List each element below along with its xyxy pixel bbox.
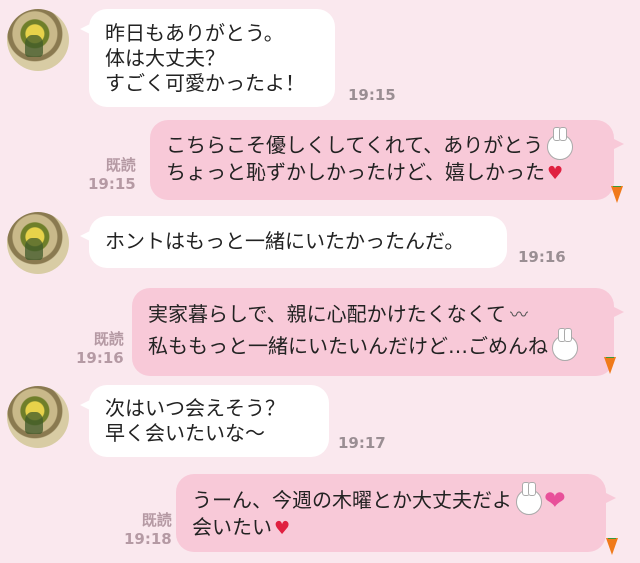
- message-text: 昨日もありがとう。: [105, 21, 284, 45]
- sweat-icon: 〰: [510, 305, 528, 326]
- message-text: うーん、今週の木曜とか大丈夫だよ ❤: [192, 481, 566, 516]
- heart-icon: ♥: [274, 517, 291, 539]
- read-receipt: 既読 19:16: [76, 330, 124, 367]
- carrot-icon: [611, 186, 623, 203]
- message-bubble-received[interactable]: 昨日もありがとう。 体は大丈夫？ すごく可愛かったよ！: [80, 9, 335, 107]
- heart-icon: ❤: [544, 486, 566, 516]
- avatar[interactable]: [7, 212, 69, 274]
- message-bubble-sent[interactable]: うーん、今週の木曜とか大丈夫だよ ❤ 会いたい ♥: [176, 474, 616, 552]
- message-text: こちらこそ優しくしてくれて、ありがとう: [166, 126, 598, 160]
- message-bubble-received[interactable]: ホントはもっと一緒にいたかったんだ。: [80, 216, 507, 268]
- message-text: 私ももっと一緒にいたいんだけど…ごめんね: [148, 327, 598, 361]
- message-text: 次はいつ会えそう？: [105, 396, 285, 420]
- avatar[interactable]: [7, 386, 69, 448]
- avatar[interactable]: [7, 9, 69, 71]
- heart-icon: ♥: [547, 162, 564, 184]
- read-receipt: 既読 19:15: [88, 156, 136, 193]
- bunny-sticker-icon: [547, 126, 574, 160]
- message-time: 19:16: [518, 248, 566, 266]
- message-text: ホントはもっと一緒にいたかったんだ。: [105, 229, 465, 253]
- message-bubble-received[interactable]: 次はいつ会えそう？ 早く会いたいな〜: [80, 385, 329, 457]
- message-bubble-sent[interactable]: こちらこそ優しくしてくれて、ありがとう ちょっと恥ずかしかったけど、嬉しかった ♥: [150, 120, 624, 200]
- bunny-sticker-icon: [552, 327, 578, 361]
- read-receipt: 既読 19:18: [124, 511, 172, 548]
- message-text: 体は大丈夫？: [105, 46, 225, 70]
- message-text: ちょっと恥ずかしかったけど、嬉しかった ♥: [166, 159, 564, 184]
- message-text: 早く会いたいな〜: [105, 421, 265, 445]
- carrot-icon: [606, 538, 618, 555]
- bunny-sticker-icon: [516, 481, 542, 515]
- message-bubble-sent[interactable]: 実家暮らしで、親に心配かけたくなくて〰 私ももっと一緒にいたいんだけど…ごめんね: [132, 288, 624, 376]
- message-text: 実家暮らしで、親に心配かけたくなくて〰: [148, 302, 528, 326]
- message-time: 19:17: [338, 434, 386, 452]
- message-text: すごく可愛かったよ！: [105, 71, 305, 95]
- message-text: 会いたい ♥: [192, 514, 291, 539]
- message-time: 19:15: [348, 86, 396, 104]
